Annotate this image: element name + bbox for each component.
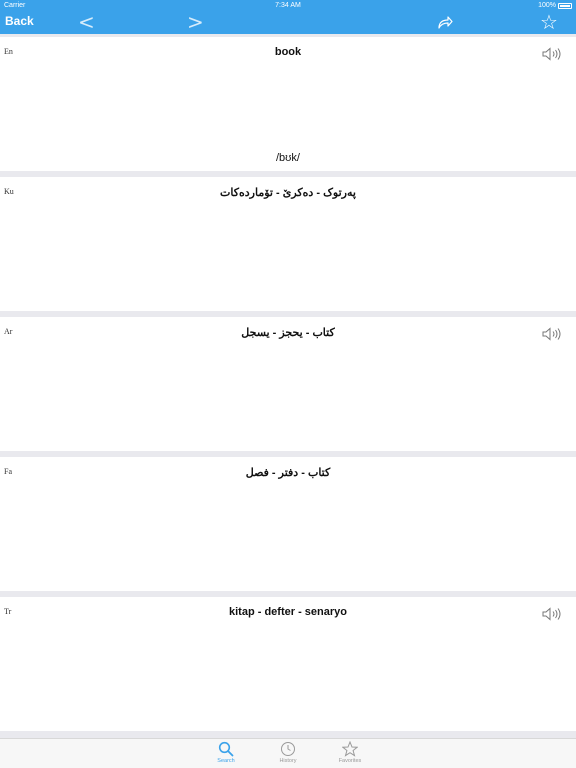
entry-panel-en: En book /bʊk/ xyxy=(0,37,576,171)
share-icon[interactable] xyxy=(436,13,454,31)
translation-text: کتاب - دفتر - فصل xyxy=(245,467,331,479)
entry-panel-ar: Ar كتاب - يحجز - يسجل xyxy=(0,317,576,451)
speaker-icon[interactable] xyxy=(542,607,562,621)
back-button[interactable]: Back xyxy=(5,14,34,28)
entry-panel-tr: Tr kitap - defter - senaryo xyxy=(0,597,576,731)
navigation-bar: Carrier 7:34 AM 100% Back < > ☆ xyxy=(0,0,576,34)
tab-history[interactable]: History xyxy=(268,741,308,764)
speaker-icon[interactable] xyxy=(542,327,562,341)
pronunciation-text: /bʊk/ xyxy=(276,152,300,164)
clock-icon xyxy=(281,742,295,756)
search-icon xyxy=(218,741,234,757)
battery-indicator: 100% xyxy=(538,2,572,9)
translation-text: كتاب - يحجز - يسجل xyxy=(241,327,335,339)
battery-percent: 100% xyxy=(538,2,556,9)
tab-search[interactable]: Search xyxy=(206,741,246,764)
translation-text: book xyxy=(274,46,302,58)
clock-label: 7:34 AM xyxy=(275,2,301,9)
tab-bar: Search History Favorites xyxy=(0,738,576,768)
entry-panel-fa: Fa کتاب - دفتر - فصل xyxy=(0,457,576,591)
nav-controls: Back < > ☆ xyxy=(0,12,576,34)
battery-icon xyxy=(558,2,572,9)
translation-text: پەرتوک - دەکرێ - تۆماردەکات xyxy=(220,187,356,199)
tab-label: Search xyxy=(217,758,235,764)
translation-text: kitap - defter - senaryo xyxy=(229,606,347,618)
tab-label: History xyxy=(279,758,297,764)
previous-word-button[interactable]: < xyxy=(78,12,95,32)
tab-label: Favorites xyxy=(338,758,362,764)
speaker-icon[interactable] xyxy=(542,47,562,61)
star-icon xyxy=(342,741,358,757)
tab-favorites[interactable]: Favorites xyxy=(330,741,370,764)
next-word-button[interactable]: > xyxy=(187,12,204,32)
entry-panel-ku: Ku پەرتوک - دەکرێ - تۆماردەکات xyxy=(0,177,576,311)
favorite-star-button[interactable]: ☆ xyxy=(540,12,558,32)
